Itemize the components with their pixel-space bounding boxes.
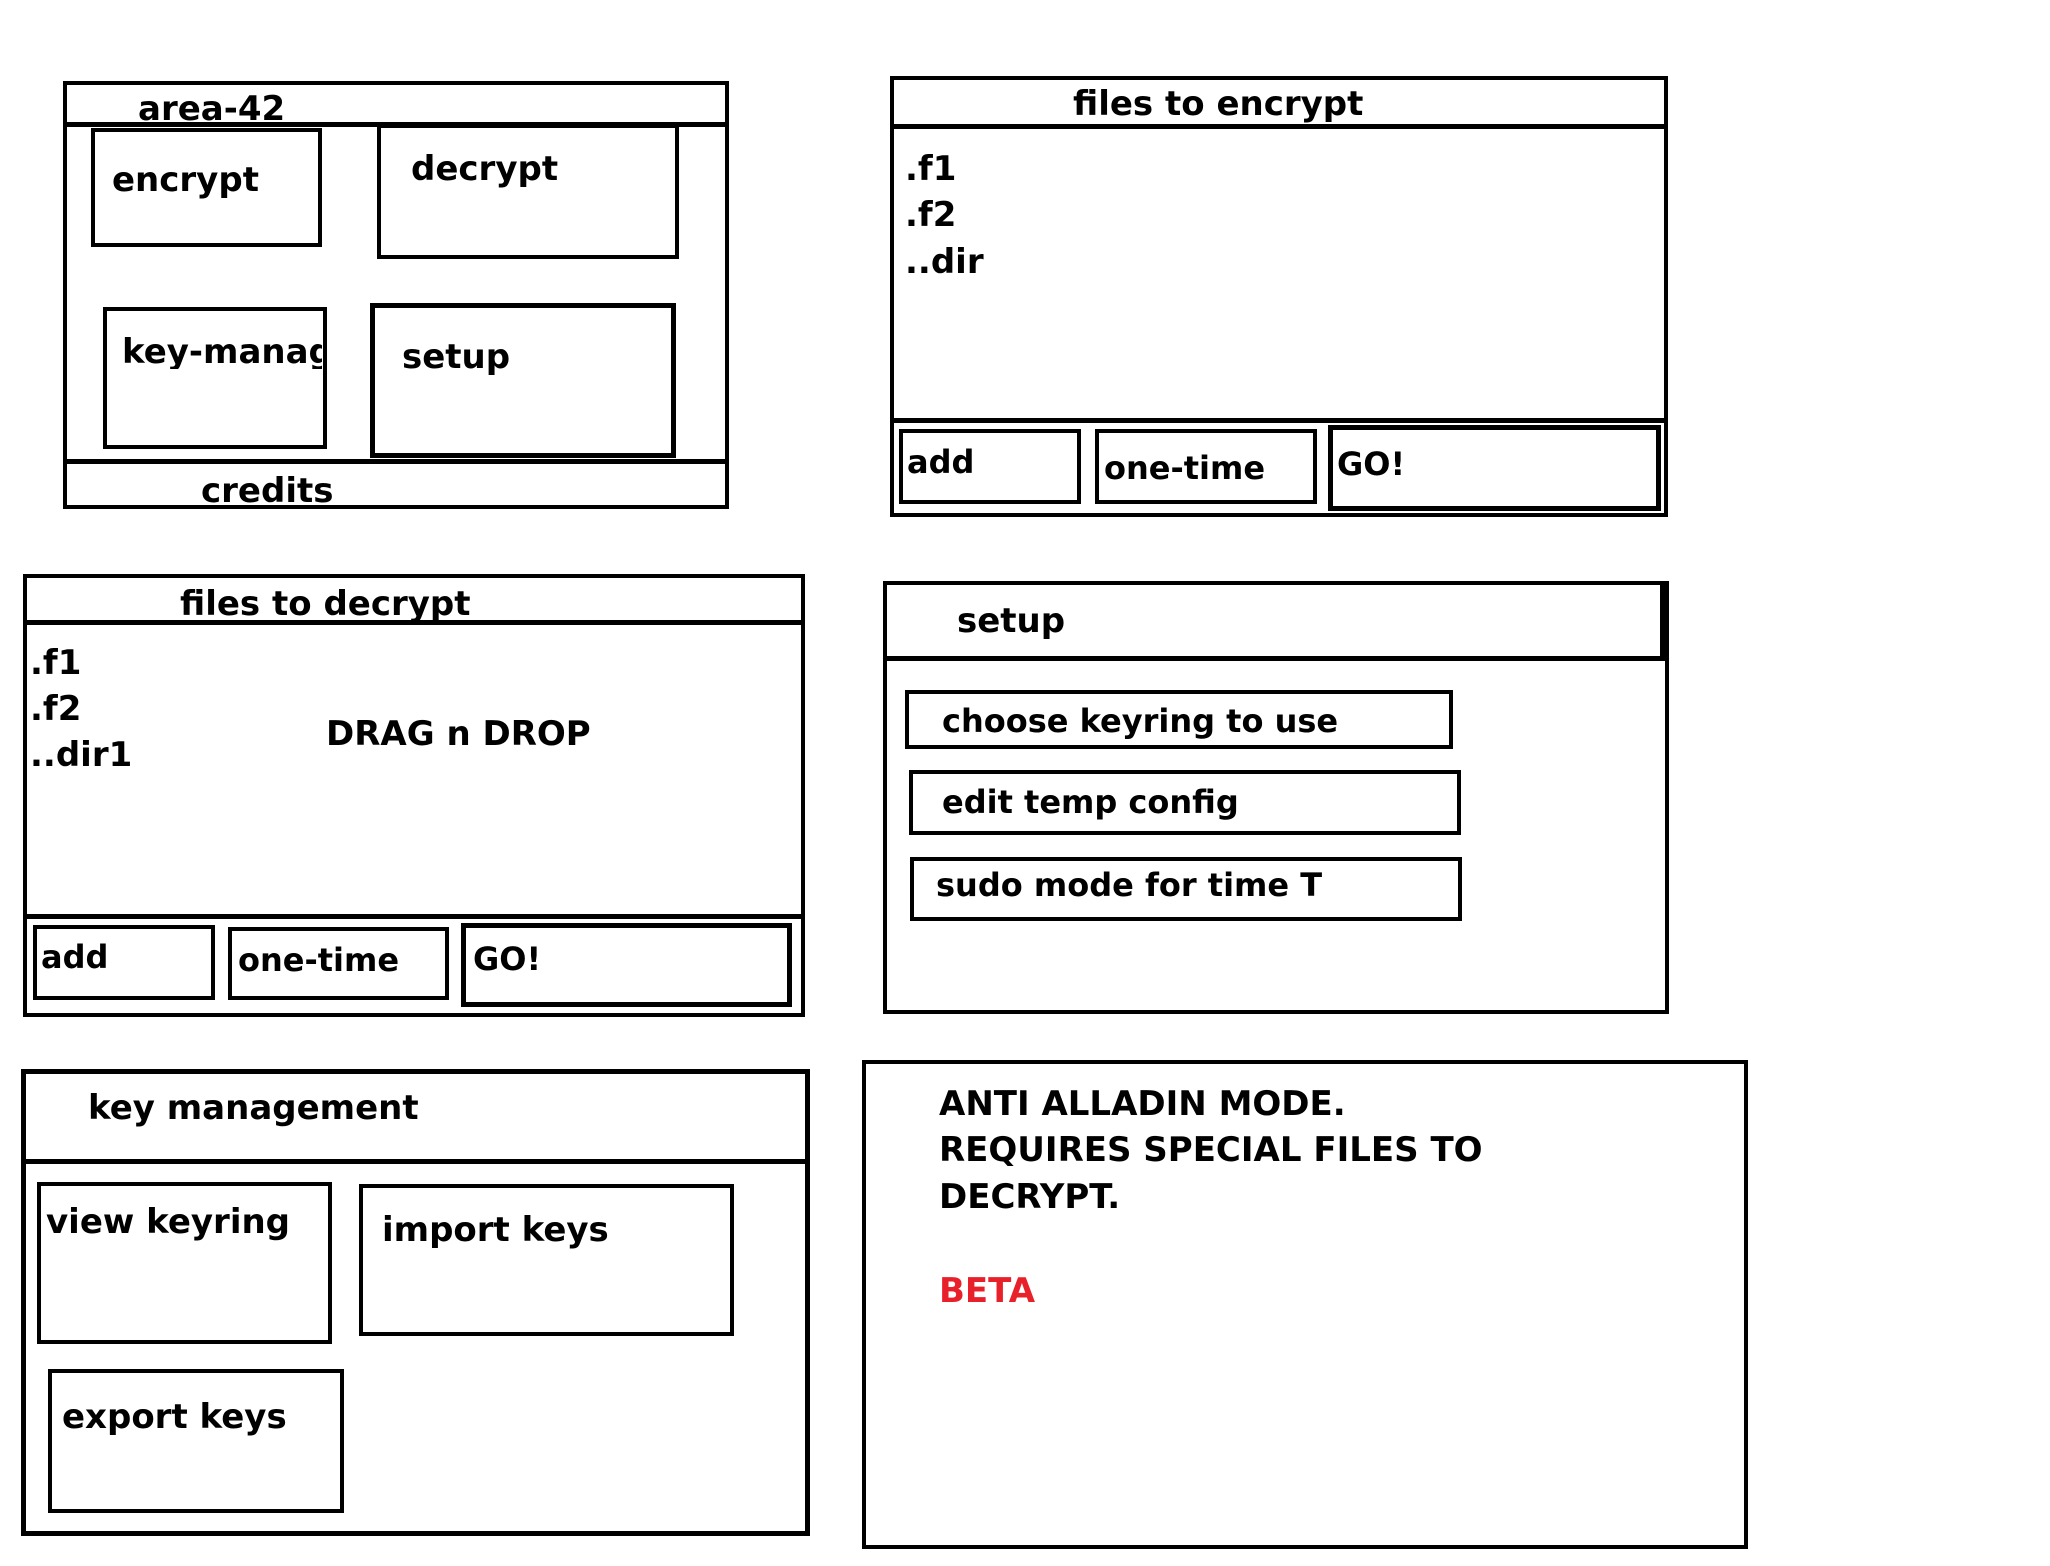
encrypt-one-time-label: one-time	[1104, 449, 1266, 487]
encrypt-toolbar-divider	[890, 418, 1668, 423]
encrypt-add-label: add	[907, 443, 975, 481]
setup-title-edge	[1660, 581, 1666, 659]
choose-keyring-label: choose keyring to use	[942, 702, 1339, 740]
encrypt-go-label: GO!	[1337, 445, 1406, 483]
import-keys-label: import keys	[382, 1210, 609, 1250]
credits-link[interactable]: credits	[201, 474, 333, 508]
beta-badge: BETA	[939, 1271, 1036, 1311]
key-management-button-label: key-manag	[122, 335, 322, 369]
sudo-mode-label: sudo mode for time T	[936, 866, 1323, 904]
decrypt-window-title: files to decrypt	[180, 584, 471, 624]
key-management-window-title: key management	[88, 1088, 419, 1128]
encrypt-button-label: encrypt	[112, 160, 259, 200]
decrypt-dir-item[interactable]: ..dir1	[30, 738, 132, 772]
main-footer-divider	[63, 459, 729, 464]
decrypt-go-label: GO!	[473, 940, 542, 978]
setup-window-title: setup	[957, 601, 1066, 641]
encrypt-file-item[interactable]: .f2	[905, 198, 956, 232]
info-line: ANTI ALLADIN MODE.	[939, 1084, 1346, 1124]
encrypt-dir-item[interactable]: ..dir	[905, 245, 984, 279]
decrypt-toolbar-divider	[23, 914, 805, 919]
key-management-title-divider	[21, 1159, 810, 1164]
decrypt-file-item[interactable]: .f1	[30, 646, 81, 680]
decrypt-file-item[interactable]: .f2	[30, 692, 81, 726]
decrypt-button[interactable]	[377, 124, 679, 259]
setup-button[interactable]	[370, 303, 676, 458]
setup-button-label: setup	[402, 337, 511, 377]
info-line: REQUIRES SPECIAL FILES TO	[939, 1130, 1483, 1170]
view-keyring-label: view keyring	[46, 1202, 291, 1242]
encrypt-file-item[interactable]: .f1	[905, 152, 956, 186]
export-keys-label: export keys	[62, 1397, 287, 1437]
setup-title-divider	[883, 656, 1669, 661]
decrypt-button-label: decrypt	[411, 149, 559, 189]
encrypt-window-title: files to encrypt	[1073, 84, 1364, 124]
key-management-button[interactable]	[103, 307, 327, 449]
export-keys-button[interactable]	[48, 1369, 344, 1513]
decrypt-add-label: add	[41, 938, 109, 976]
info-line: DECRYPT.	[939, 1177, 1121, 1217]
edit-temp-config-label: edit temp config	[942, 783, 1239, 821]
encrypt-title-divider	[890, 124, 1668, 129]
main-window-title: area-42	[138, 89, 286, 129]
drag-drop-zone[interactable]: DRAG n DROP	[326, 717, 591, 751]
import-keys-button[interactable]	[359, 1184, 734, 1336]
decrypt-one-time-label: one-time	[238, 941, 400, 979]
